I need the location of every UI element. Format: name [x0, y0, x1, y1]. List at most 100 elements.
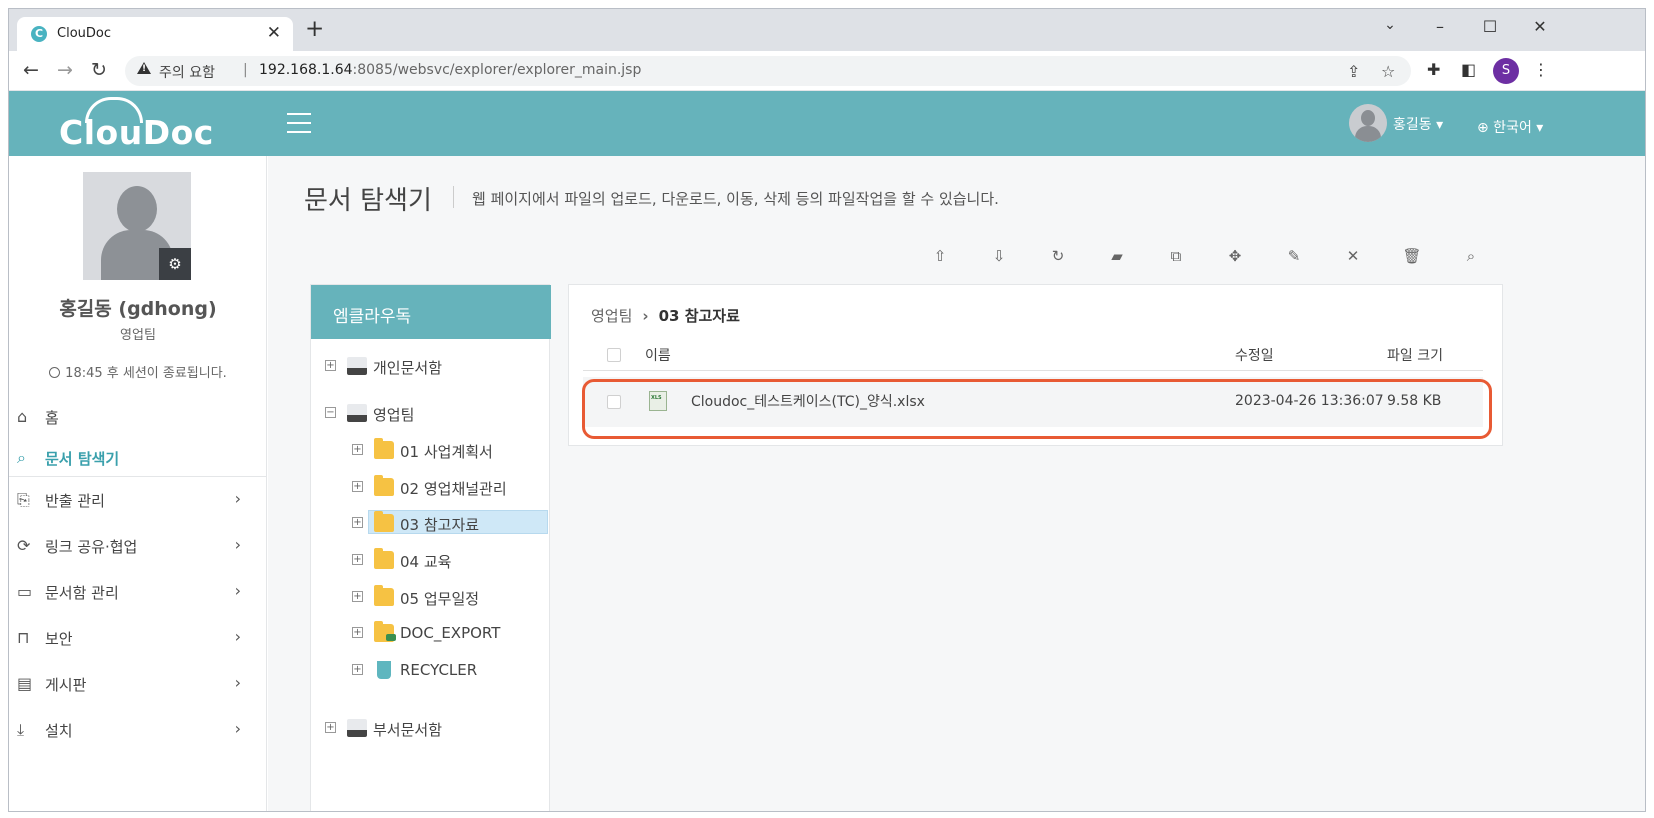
reload-icon[interactable]: ↻	[87, 59, 111, 81]
tree-node-dept[interactable]: + 부서문서함	[325, 717, 525, 743]
download-icon[interactable]: ⇩	[987, 244, 1011, 268]
tab-close-icon[interactable]: ✕	[267, 23, 281, 43]
rename-icon[interactable]: ✎	[1282, 244, 1306, 268]
sidebar-item-home[interactable]: ⌂ 홈	[9, 394, 267, 435]
expand-icon[interactable]: +	[352, 444, 363, 455]
tree-node-folder[interactable]: + RECYCLER	[352, 659, 532, 685]
clock-icon	[49, 367, 61, 378]
chevron-right-icon: ›	[234, 673, 241, 692]
tree-node-folder[interactable]: + 01 사업계획서	[352, 438, 532, 465]
chevron-right-icon: ›	[234, 535, 241, 554]
new-folder-icon[interactable]: ▰	[1105, 244, 1129, 268]
tree-node-folder[interactable]: + 02 영업채널관리	[352, 475, 532, 502]
expand-icon[interactable]: +	[352, 627, 363, 638]
url-path: :8085/websvc/explorer/explorer_main.jsp	[352, 62, 642, 78]
expand-icon[interactable]: +	[325, 360, 336, 371]
url-input[interactable]: 주의 요함 | 192.168.1.64:8085/websvc/explore…	[125, 56, 1411, 86]
sidebar-item-explorer[interactable]: ⌕ 문서 탐색기	[9, 435, 267, 476]
move-icon[interactable]: ✥	[1223, 244, 1247, 268]
breadcrumb-root[interactable]: 영업팀	[591, 307, 632, 325]
close-icon[interactable]: ✕	[1341, 244, 1365, 268]
tab-search-icon[interactable]: ⌄	[1375, 17, 1405, 33]
export-icon: ⎘	[17, 490, 30, 509]
expand-icon[interactable]: +	[352, 664, 363, 675]
expand-icon[interactable]: +	[352, 481, 363, 492]
drive-icon	[347, 404, 367, 422]
tree-node-folder-selected[interactable]: + 03 참고자료	[352, 510, 548, 538]
recycle-bin-icon	[377, 661, 391, 679]
chevron-right-icon: ›	[234, 489, 241, 508]
gear-icon[interactable]: ⚙	[159, 248, 191, 280]
hamburger-menu-icon[interactable]	[287, 113, 311, 133]
url-separator: |	[243, 62, 248, 78]
column-name[interactable]: 이름	[645, 345, 671, 365]
sidebar-item-board[interactable]: ▤ 게시판 ›	[9, 661, 267, 707]
breadcrumb: 영업팀 › 03 참고자료	[591, 305, 740, 326]
share-icon[interactable]: ⇪	[1347, 62, 1360, 81]
select-all-checkbox[interactable]	[607, 348, 621, 362]
table-row[interactable]: Cloudoc_테스트케이스(TC)_양식.xlsx 2023-04-26 13…	[583, 377, 1483, 427]
window-close-icon[interactable]: ✕	[1525, 17, 1555, 36]
sidebar-item-link-share[interactable]: ⟳ 링크 공유·협업 ›	[9, 523, 267, 569]
back-icon[interactable]: ←	[19, 59, 43, 81]
sidebar-item-folder-manage[interactable]: ▭ 문서함 관리 ›	[9, 569, 267, 615]
chevron-right-icon: ›	[642, 307, 649, 325]
tree-node-personal[interactable]: + 개인문서함	[325, 355, 525, 381]
folder-icon	[374, 548, 394, 569]
home-icon: ⌂	[17, 407, 28, 426]
column-size[interactable]: 파일 크기	[1387, 345, 1443, 365]
tree-node-folder[interactable]: + 04 교육	[352, 548, 532, 575]
excel-file-icon	[649, 391, 667, 411]
profile-department: 영업팀	[120, 328, 156, 343]
profile-avatar[interactable]: S	[1493, 58, 1519, 84]
file-modified: 2023-04-26 13:36:07	[1235, 393, 1384, 409]
column-modified[interactable]: 수정일	[1235, 345, 1274, 365]
sidebar-item-label: 문서함 관리	[45, 584, 119, 602]
session-text: 18:45 후 세션이 종료됩니다.	[65, 366, 227, 381]
minimize-icon[interactable]: –	[1425, 17, 1455, 36]
chevron-right-icon: ›	[234, 627, 241, 646]
collapse-icon[interactable]: −	[325, 407, 336, 418]
page-title: 문서 탐색기	[304, 186, 432, 216]
explorer-icon: ⌕	[17, 448, 26, 467]
sidebar-item-install[interactable]: ⤓ 설치 ›	[9, 707, 267, 753]
folder-icon	[374, 438, 394, 459]
sidebar-item-security[interactable]: ⊓ 보안 ›	[9, 615, 267, 661]
tree-node-folder[interactable]: + DOC_EXPORT	[352, 621, 532, 648]
upload-icon[interactable]: ⇧	[928, 244, 952, 268]
security-warning-label: 주의 요함	[159, 65, 215, 81]
tab-strip: C ClouDoc ✕ + ⌄ – ☐ ✕	[9, 9, 1645, 51]
sidebar-item-label: 보안	[45, 630, 73, 648]
star-icon[interactable]: ☆	[1381, 62, 1395, 81]
drive-icon	[347, 719, 367, 737]
file-name[interactable]: Cloudoc_테스트케이스(TC)_양식.xlsx	[691, 391, 925, 411]
user-name: 홍길동 ▾	[1393, 117, 1444, 133]
sidepanel-icon[interactable]: ◧	[1461, 60, 1476, 79]
tree-header: 엠클라우독	[311, 285, 551, 339]
sidebar-item-label: 홈	[45, 409, 59, 427]
copy-icon[interactable]: ⧉	[1164, 244, 1188, 268]
refresh-icon[interactable]: ↻	[1046, 244, 1070, 268]
cloudoc-logo[interactable]: ClouDoc	[59, 97, 219, 153]
sidebar-item-export[interactable]: ⎘ 반출 관리 ›	[9, 477, 267, 523]
expand-icon[interactable]: +	[352, 517, 363, 528]
expand-icon[interactable]: +	[325, 722, 336, 733]
search-icon[interactable]: ⌕	[1459, 244, 1483, 268]
expand-icon[interactable]: +	[352, 591, 363, 602]
folder-icon	[374, 511, 394, 532]
language-menu[interactable]: ⊕ 한국어 ▾	[1477, 117, 1543, 137]
expand-icon[interactable]: +	[352, 554, 363, 565]
extensions-icon[interactable]: ✚	[1427, 60, 1440, 79]
forward-icon[interactable]: →	[53, 59, 77, 81]
folder-icon	[374, 585, 394, 606]
row-checkbox[interactable]	[607, 395, 621, 409]
tree-node-folder[interactable]: + 05 업무일정	[352, 585, 532, 612]
file-list-panel: 영업팀 › 03 참고자료 이름 수정일 파일 크기 Cloudoc_테스트케이스(…	[568, 284, 1503, 446]
trash-icon[interactable]: 🗑	[1400, 244, 1424, 268]
maximize-icon[interactable]: ☐	[1475, 17, 1505, 36]
new-tab-button[interactable]: +	[305, 16, 324, 42]
menu-icon[interactable]: ⋮	[1533, 60, 1549, 79]
browser-tab[interactable]: C ClouDoc ✕	[17, 17, 293, 51]
tree-node-label: 부서문서함	[373, 721, 443, 739]
tree-node-team[interactable]: − 영업팀	[325, 402, 525, 428]
